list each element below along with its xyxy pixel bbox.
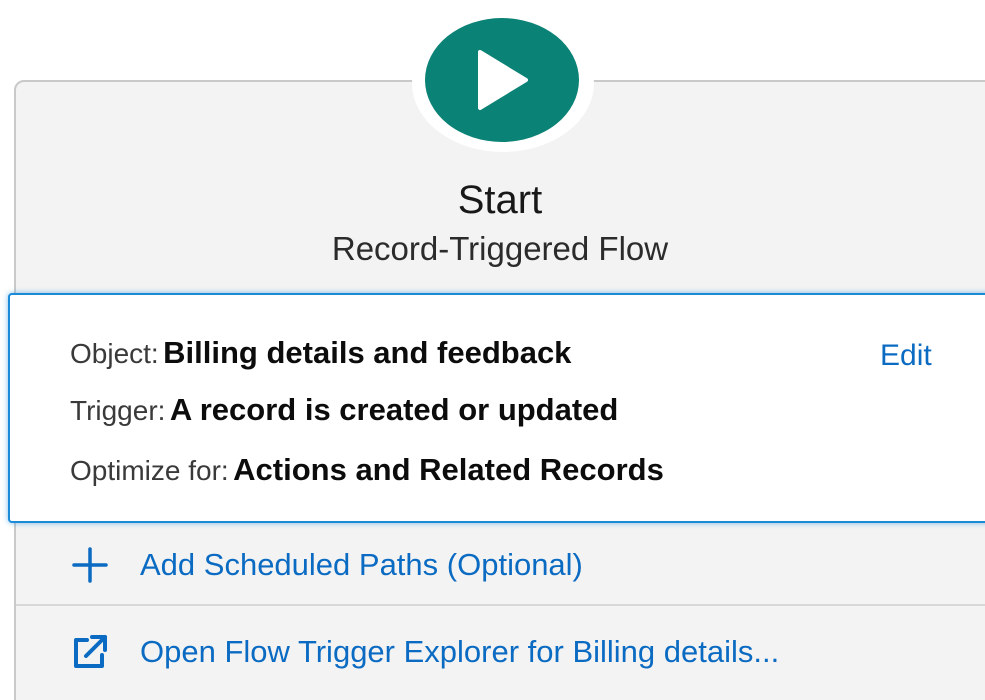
add-scheduled-paths-link[interactable]: Add Scheduled Paths (Optional) [70,545,583,585]
open-flow-trigger-explorer-link[interactable]: Open Flow Trigger Explorer for Billing d… [70,632,779,672]
flow-canvas: Start Record-Triggered Flow Object: Bill… [0,0,985,700]
object-label: Object: [70,338,159,369]
start-button[interactable] [425,18,579,142]
optimize-row: Optimize for: Actions and Related Record… [70,452,664,488]
object-row: Object: Billing details and feedback [70,335,571,371]
plus-icon [70,545,110,585]
optimize-value: Actions and Related Records [233,452,664,487]
start-title: Start [457,178,543,222]
add-scheduled-paths-label: Add Scheduled Paths (Optional) [140,547,583,582]
play-icon [478,50,528,110]
trigger-config-panel: Object: Billing details and feedback Edi… [8,293,985,523]
divider [16,604,985,606]
open-flow-trigger-explorer-label: Open Flow Trigger Explorer for Billing d… [140,634,780,669]
external-link-icon [70,632,110,672]
optimize-label: Optimize for: [70,455,229,486]
flow-type-subtitle: Record-Triggered Flow [331,230,669,267]
trigger-label: Trigger: [70,395,166,426]
object-value: Billing details and feedback [163,335,572,370]
trigger-value: A record is created or updated [169,392,619,427]
trigger-row: Trigger: A record is created or updated [70,392,618,428]
edit-link[interactable]: Edit [880,339,932,373]
